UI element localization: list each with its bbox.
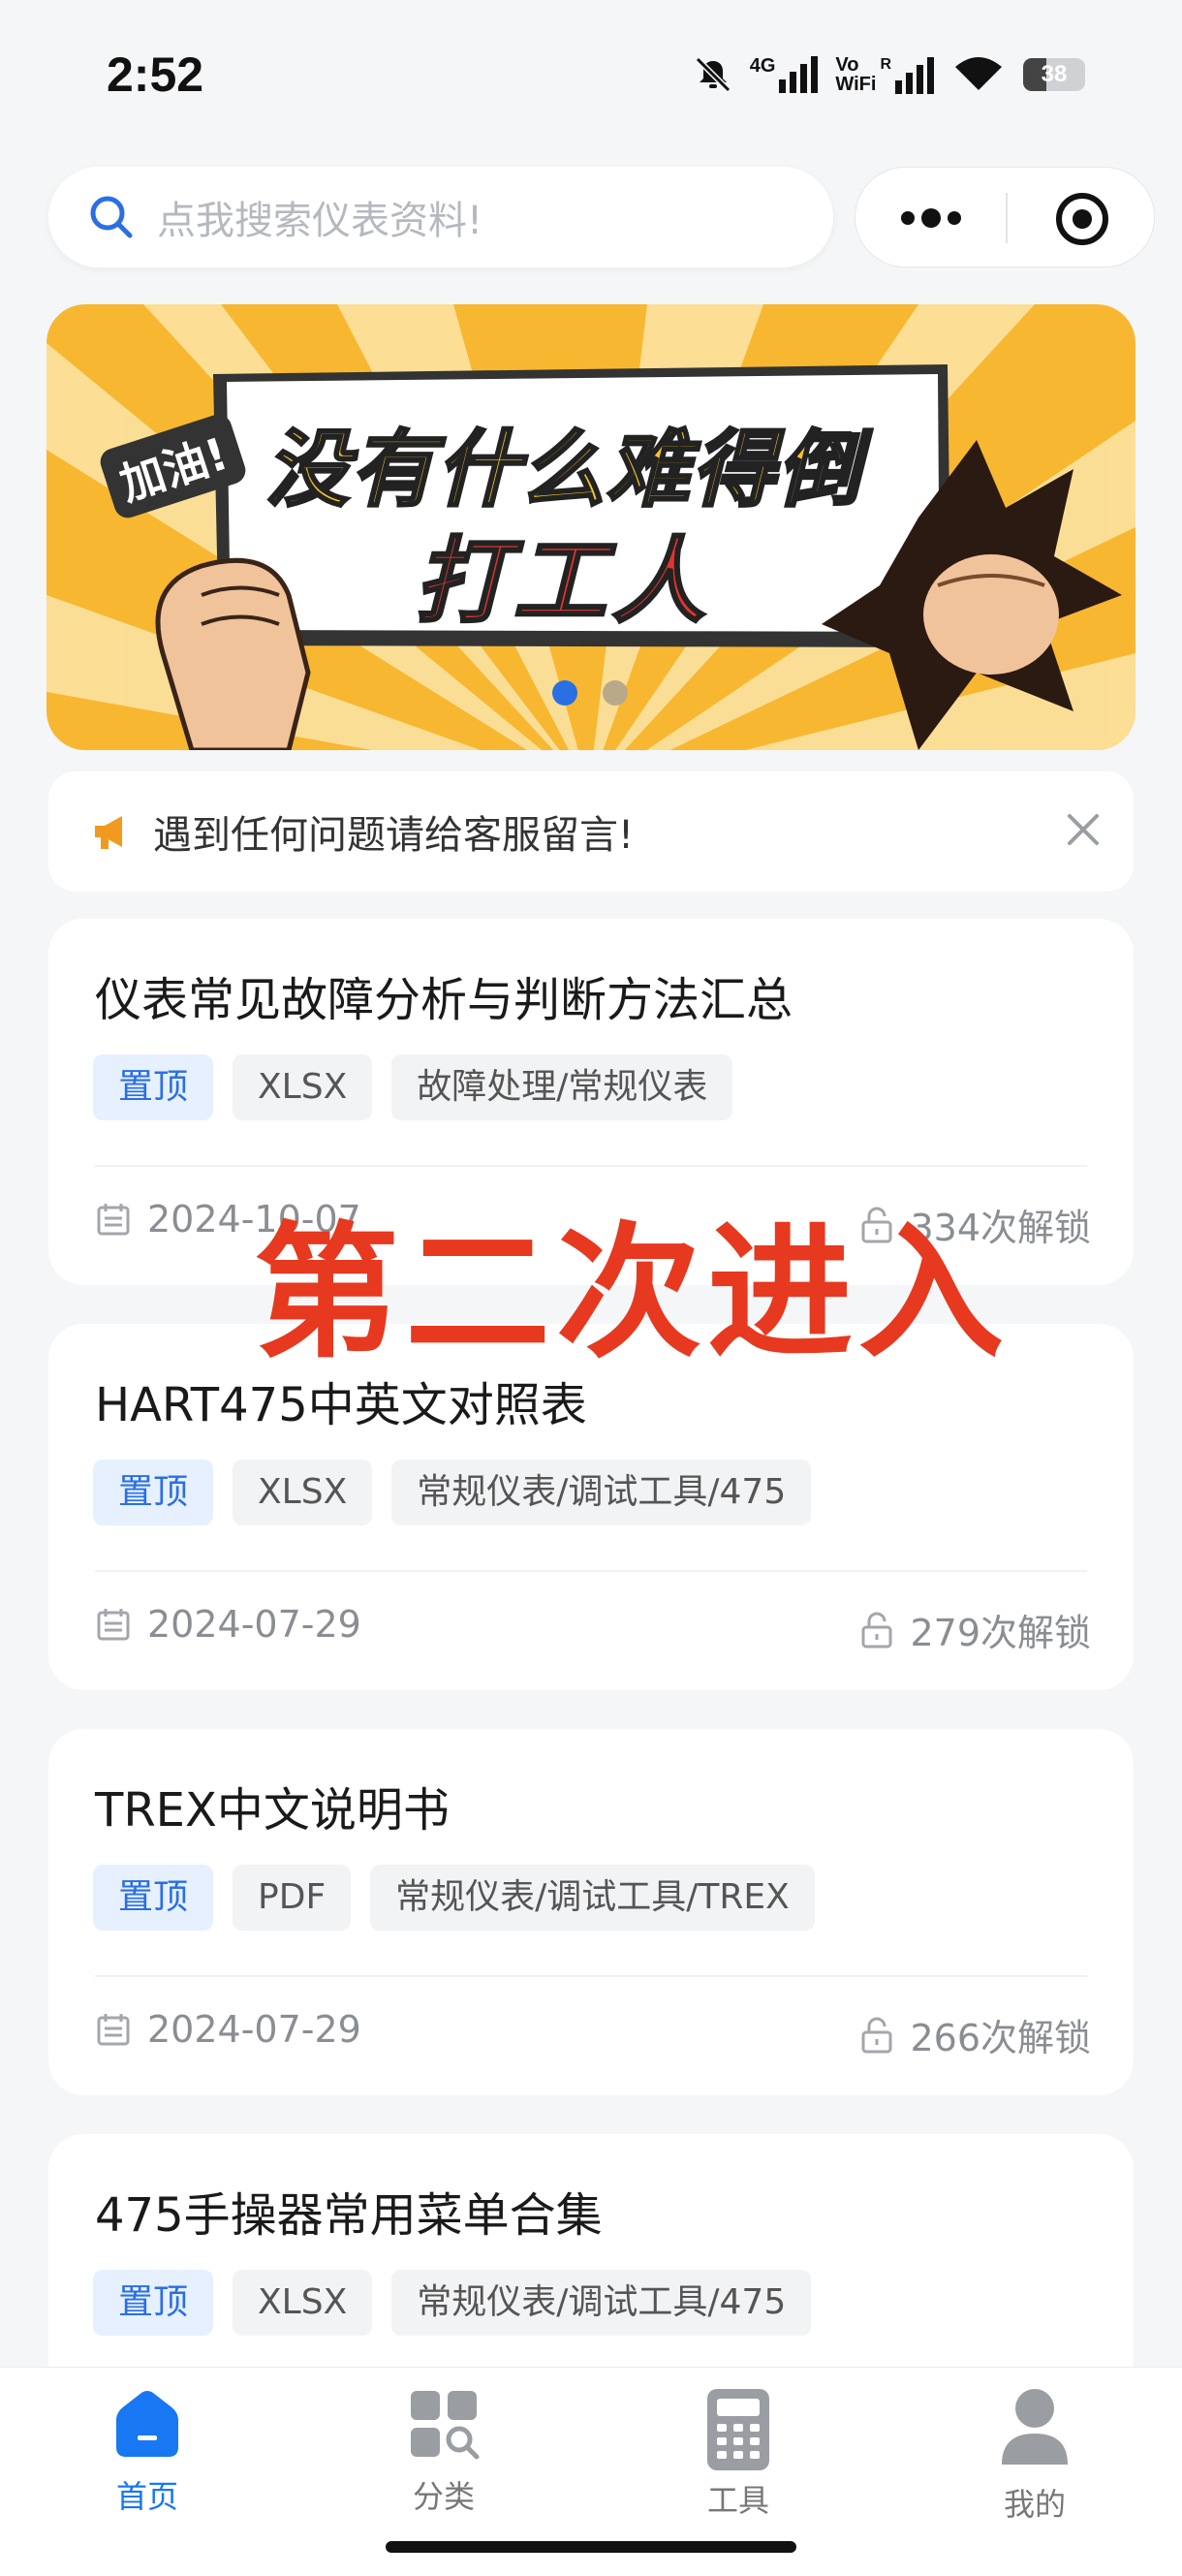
tab-label-tools: 工具 [706,2482,769,2519]
tab-label-home: 首页 [115,2478,178,2515]
volte-top: Vo [835,54,859,76]
card-tags: 置顶 XLSX 常规仪表/调试工具/475 [93,1460,812,1525]
mute-icon [695,56,731,93]
tab-label-category: 分类 [412,2478,475,2515]
home-icon [116,2391,178,2457]
user-icon [1002,2389,1068,2465]
target-icon[interactable] [1054,191,1110,247]
calculator-icon [707,2389,769,2470]
cell-signal-1: 4G [750,56,819,93]
card-divider [95,1570,1087,1572]
card-unlocks: 279次解锁 [859,1603,1091,1656]
wifi-icon [955,57,1002,90]
card-unlocks-text: 266次解锁 [910,2017,1091,2059]
notice-bar: 遇到任何问题请给客服留言! [48,771,1134,892]
carousel-dot-active[interactable] [552,680,577,706]
card-date-text: 2024-07-29 [147,1603,361,1646]
calendar-icon [97,1204,130,1236]
card-title: 475手操器常用菜单合集 [95,2188,603,2243]
search-placeholder: 点我搜索仪表资料! [157,199,483,243]
tab-mine[interactable]: 我的 [938,2387,1132,2525]
capsule-divider [1006,193,1008,243]
card-unlocks-text: 279次解锁 [910,1612,1091,1654]
battery-icon: 38 [1023,58,1085,91]
unlock-icon [861,1612,892,1648]
tab-category[interactable]: 分类 [347,2387,541,2517]
tag-filetype: XLSX [233,2270,373,2336]
tag-pinned: 置顶 [93,1865,214,1931]
search-bar[interactable]: 点我搜索仪表资料! [48,167,833,267]
banner-line1: 没有什么难得倒 [264,421,862,520]
search-icon [90,196,133,238]
carousel-dots [552,680,628,706]
more-dots-icon[interactable] [894,199,968,237]
calendar-icon [97,1609,130,1641]
card-tags: 置顶 PDF 常规仪表/调试工具/TREX [93,1865,815,1931]
tab-label-mine: 我的 [1003,2486,1066,2523]
tag-pinned: 置顶 [93,1054,214,1120]
banner-line2: 打工人 [414,526,711,638]
tab-home[interactable]: 首页 [50,2387,244,2517]
battery-level: 38 [1041,61,1068,87]
document-card[interactable]: TREX中文说明书 置顶 PDF 常规仪表/调试工具/TREX 2024-07-… [48,1729,1134,2095]
home-indicator [386,2541,796,2553]
card-divider [95,1165,1087,1167]
miniprogram-capsule [855,167,1155,267]
overlay-caption: 第二次进入 [254,1209,1011,1378]
card-date: 2024-07-29 [95,2008,361,2051]
card-date: 2024-07-29 [95,1603,361,1646]
tag-category: 常规仪表/调试工具/475 [391,1460,812,1525]
network-type-label: 4G [749,55,776,77]
tag-category: 常规仪表/调试工具/TREX [370,1865,815,1931]
volte-bottom: WiFi [835,74,877,95]
megaphone-icon [95,816,122,849]
banner-carousel[interactable]: 加油! 没有什么难得倒 打工人 [47,304,1135,750]
card-date-text: 2024-07-29 [147,2008,361,2051]
card-unlocks: 266次解锁 [859,2008,1091,2061]
tab-tools[interactable]: 工具 [641,2387,835,2521]
card-title: 仪表常见故障分析与判断方法汇总 [95,973,793,1027]
status-icons: 4G Vo WiFi R 38 [694,50,1085,99]
tag-filetype: XLSX [233,1460,373,1525]
status-bar: 2:52 4G Vo WiFi R 38 [0,0,1182,155]
tag-category: 常规仪表/调试工具/475 [391,2270,812,2336]
tag-pinned: 置顶 [93,2270,214,2336]
document-card[interactable]: HART475中英文对照表 置顶 XLSX 常规仪表/调试工具/475 2024… [48,1324,1134,1690]
notice-text: 遇到任何问题请给客服留言! [153,813,635,858]
tag-filetype: XLSX [233,1054,373,1120]
close-icon[interactable] [1062,808,1104,851]
unlock-icon [861,2017,892,2053]
card-title: TREX中文说明书 [95,1783,450,1838]
tag-filetype: PDF [233,1865,352,1931]
roaming-label: R [880,56,891,73]
card-tags: 置顶 XLSX 故障处理/常规仪表 [93,1054,733,1120]
volte-label: Vo WiFi [835,55,876,94]
category-icon [411,2391,480,2460]
calendar-icon [97,2014,130,2046]
card-tags: 置顶 XLSX 常规仪表/调试工具/475 [93,2270,812,2336]
cell-signal-2: Vo WiFi R [835,55,934,94]
tag-pinned: 置顶 [93,1460,214,1525]
carousel-dot[interactable] [603,680,628,706]
tag-category: 故障处理/常规仪表 [391,1054,733,1120]
card-divider [95,1975,1087,1977]
status-time: 2:52 [107,47,204,102]
